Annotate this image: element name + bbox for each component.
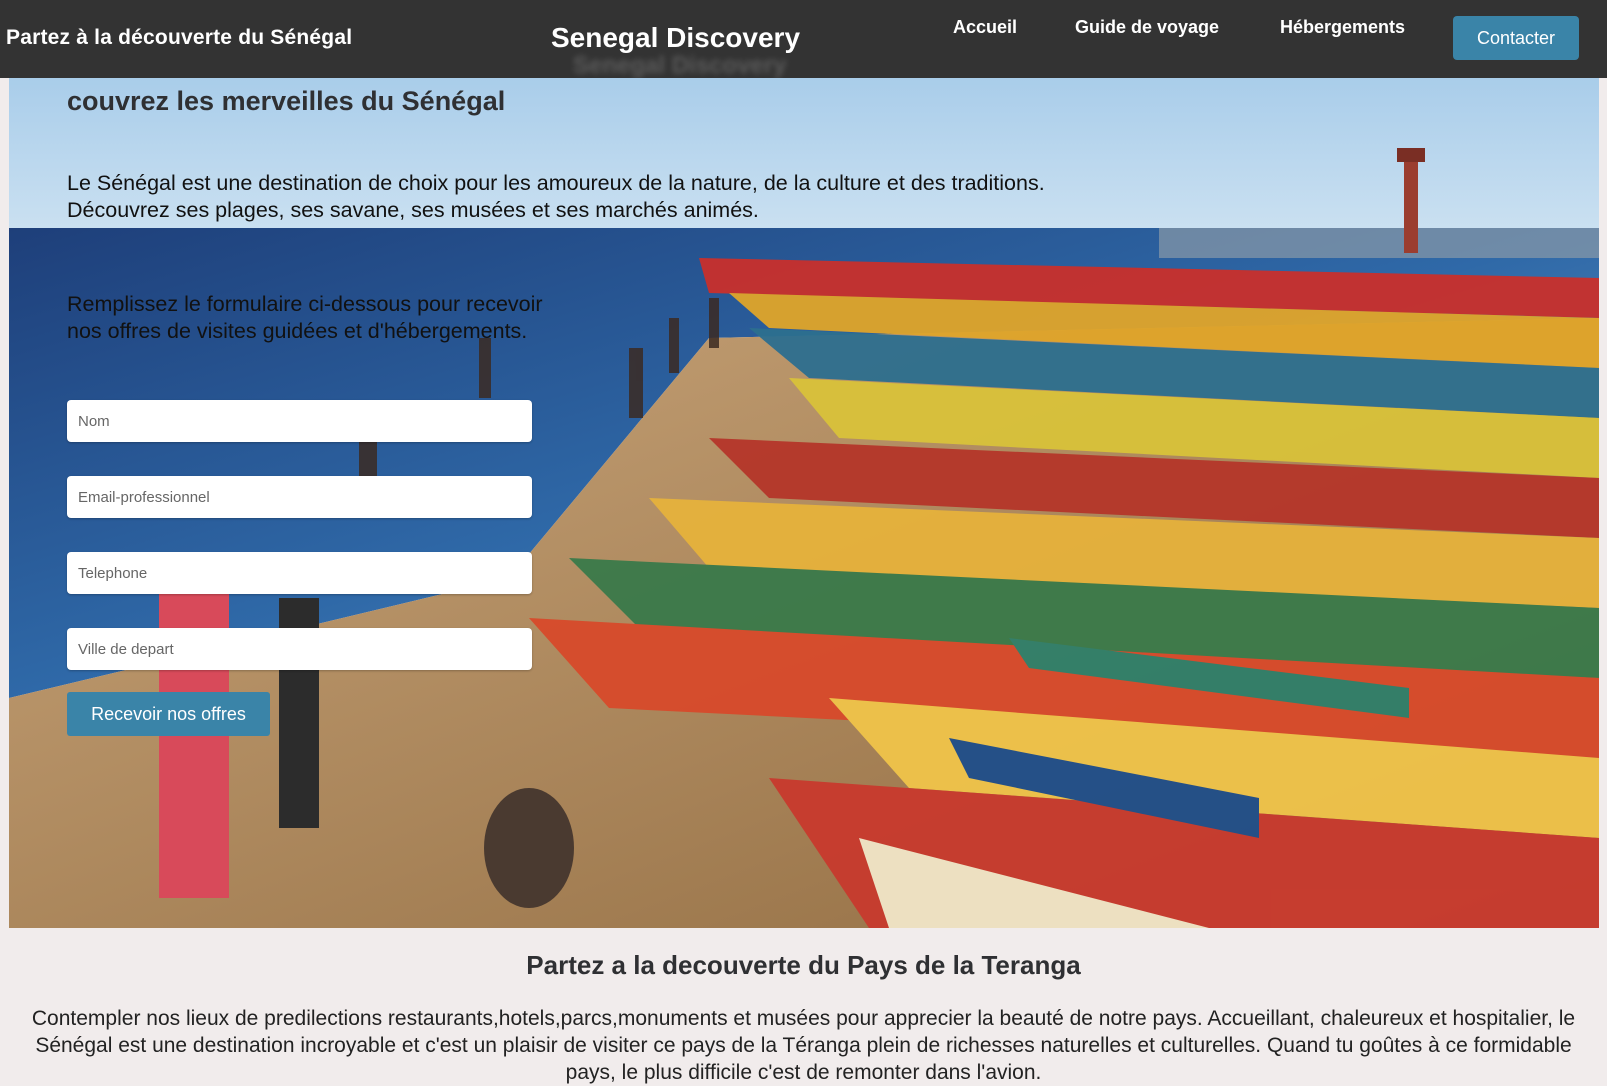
nav-link-lodging[interactable]: Hébergements (1280, 17, 1405, 38)
section-paragraph: Contempler nos lieux de predilections re… (31, 1007, 1576, 1084)
nav-link-travel-guide[interactable]: Guide de voyage (1075, 17, 1219, 38)
hero-title: couvrez les merveilles du Sénégal (67, 86, 506, 116)
departure-city-field[interactable] (67, 628, 532, 670)
form-intro-line-2: nos offres de visites guidées et d'héber… (67, 319, 528, 343)
name-field[interactable] (67, 400, 532, 442)
form-intro-line-1: Remplissez le formulaire ci-dessous pour… (67, 292, 543, 316)
section-title: Partez a la decouverte du Pays de la Ter… (526, 950, 1081, 980)
hero-banner: couvrez les merveilles du Sénégal Le Sén… (9, 78, 1599, 928)
hero-description: Le Sénégal est une destination de choix … (67, 170, 1045, 224)
receive-offers-button[interactable]: Recevoir nos offres (67, 692, 270, 736)
phone-field[interactable] (67, 552, 532, 594)
nav-link-home[interactable]: Accueil (953, 17, 1017, 38)
hero-description-line-1: Le Sénégal est une destination de choix … (67, 171, 1045, 195)
email-field[interactable] (67, 476, 532, 518)
brand-shadow-decoration: Senegal Discovery (573, 52, 787, 79)
site-brand[interactable]: Senegal Discovery (551, 22, 800, 54)
hero-description-line-2: Découvrez ses plages, ses savane, ses mu… (67, 198, 759, 222)
top-navbar: Partez à la découverte du Sénégal Senega… (0, 0, 1607, 79)
form-intro: Remplissez le formulaire ci-dessous pour… (67, 291, 543, 345)
contact-button[interactable]: Contacter (1453, 16, 1579, 60)
site-tagline: Partez à la découverte du Sénégal (6, 26, 353, 49)
